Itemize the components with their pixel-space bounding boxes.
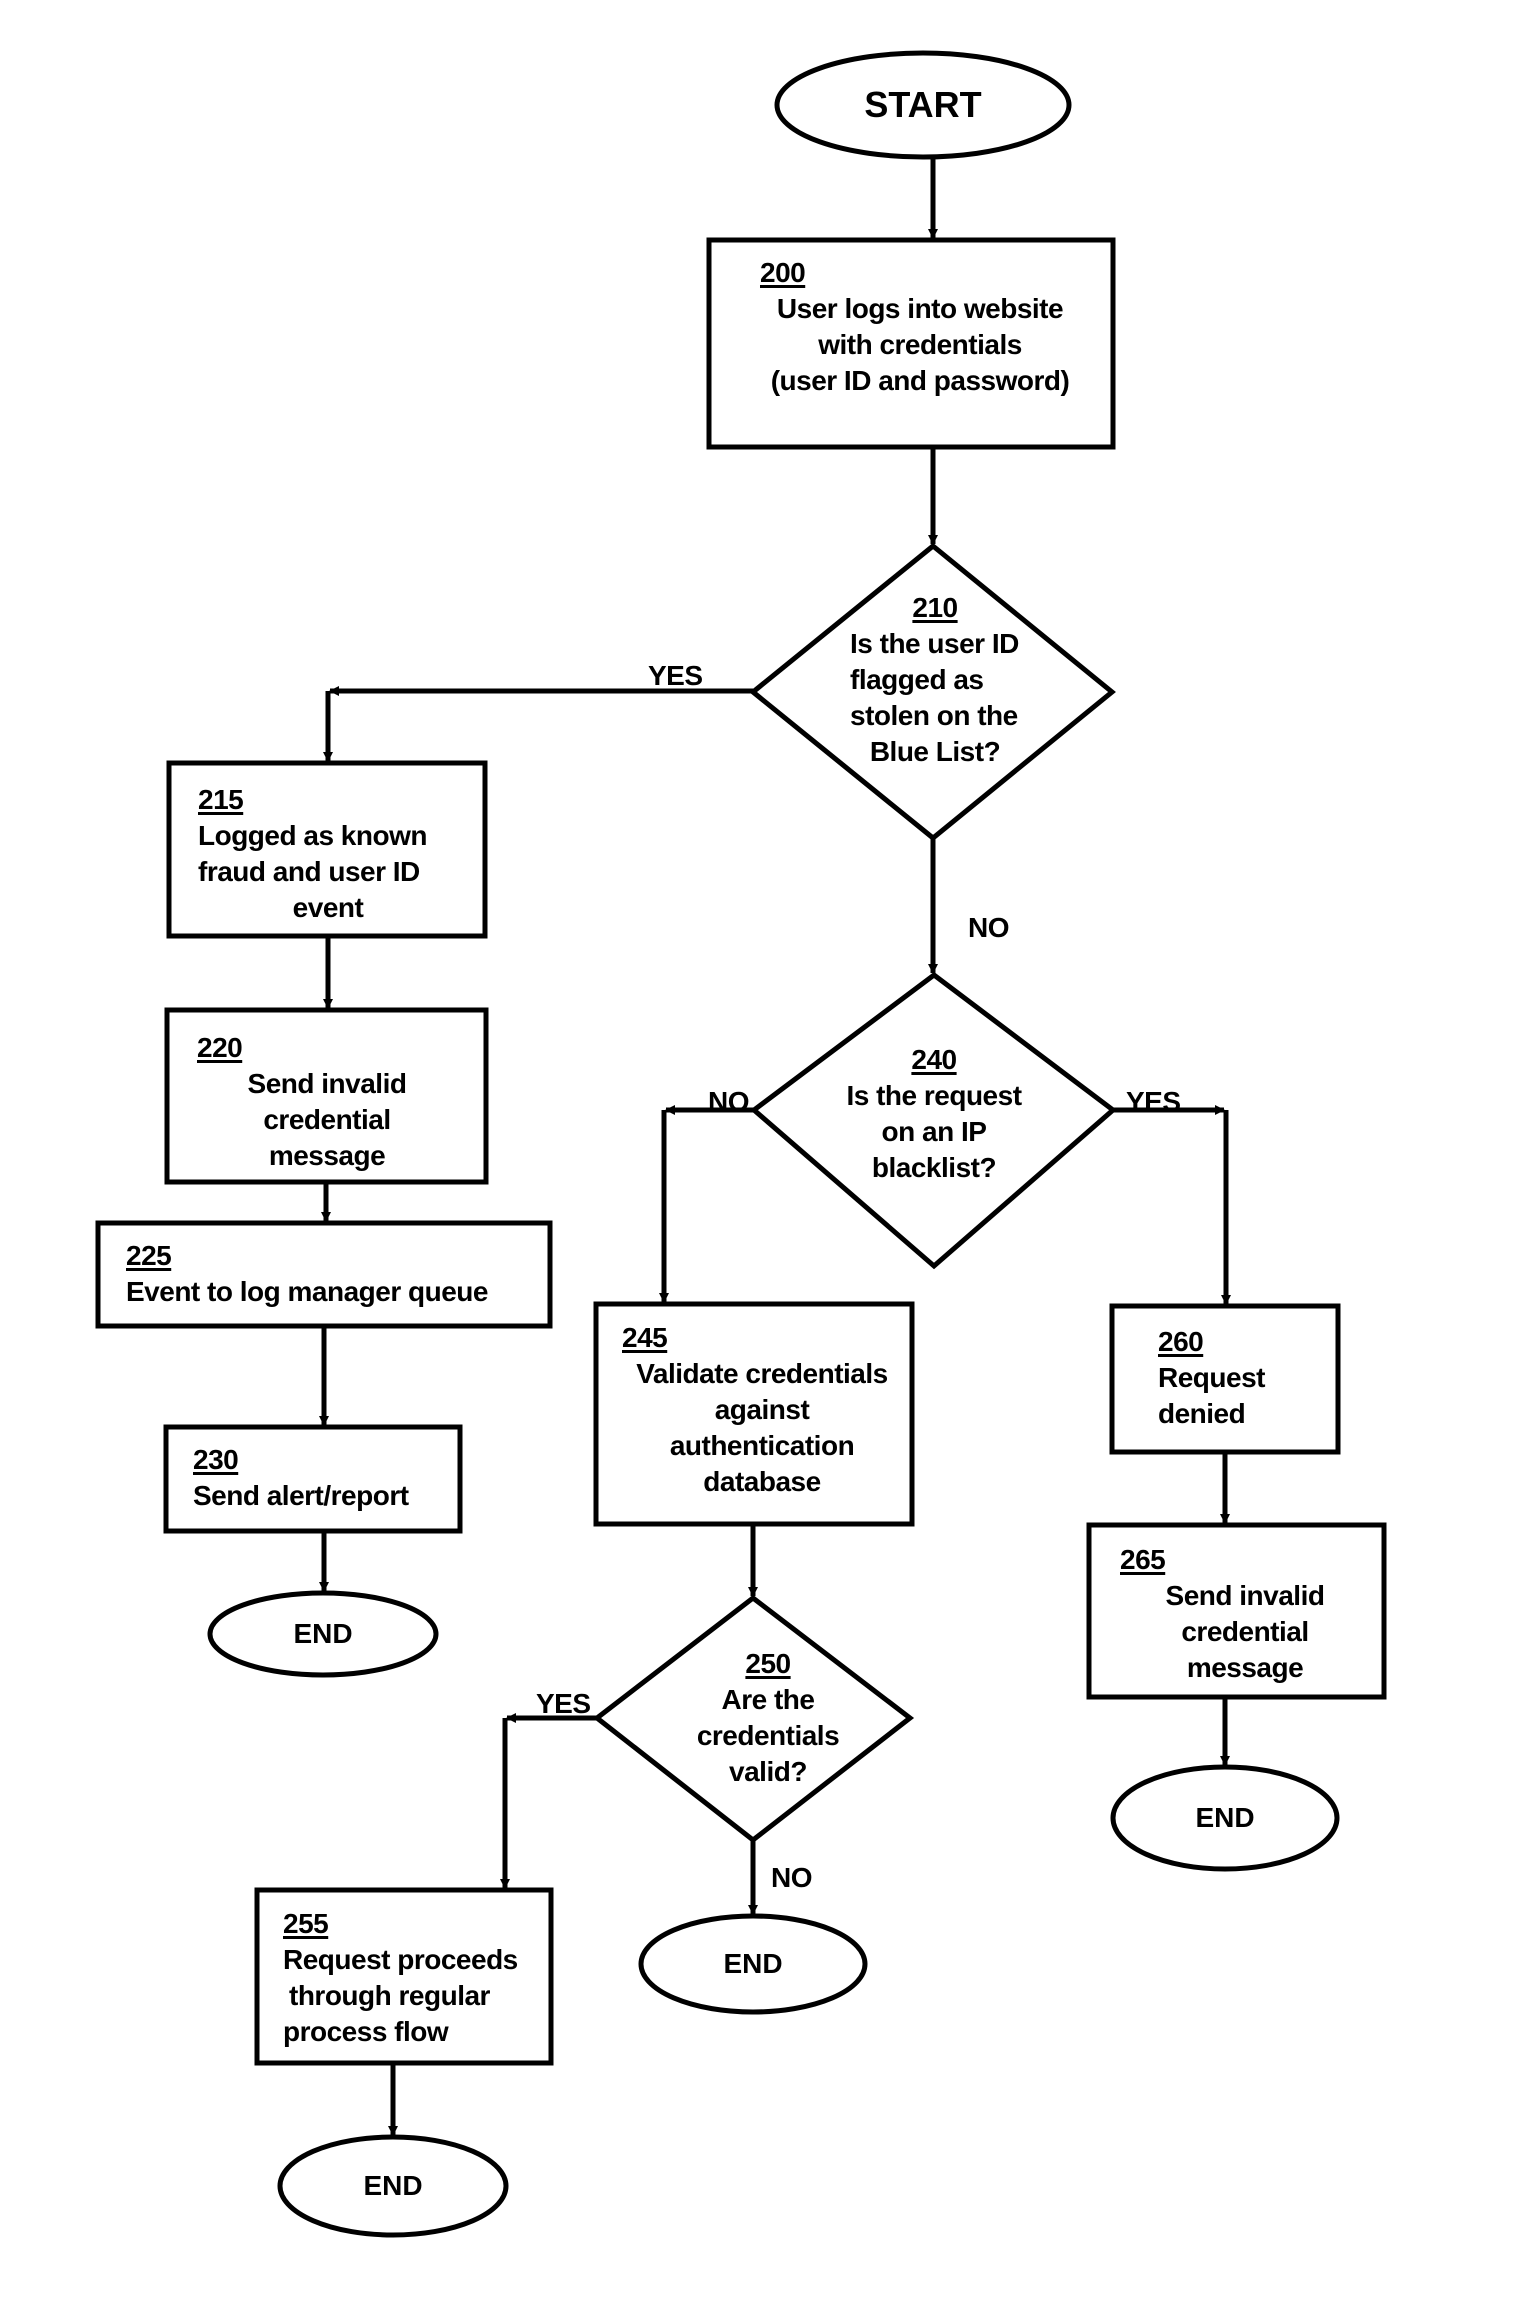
node-210-ref: 210: [912, 592, 958, 623]
node-230-line: Send alert/report: [193, 1480, 409, 1511]
node-215-text: 215 Logged as known fraud and user ID ev…: [198, 782, 458, 926]
node-245-text: 245 Validate credentials against authent…: [622, 1320, 902, 1500]
start-label: START: [864, 84, 982, 125]
node-215-line: event: [292, 892, 364, 923]
node-220-line: message: [268, 1140, 386, 1171]
node-215-ref: 215: [198, 784, 244, 815]
edge-label-250-no: NO: [771, 1862, 813, 1893]
edge-label-240-no: NO: [708, 1086, 750, 1117]
end-label-250: END: [723, 1948, 783, 1979]
node-255-line: Request proceeds: [283, 1944, 518, 1975]
node-225-text: 225 Event to log manager queue: [126, 1238, 546, 1310]
node-265-line: credential: [1181, 1616, 1309, 1647]
node-210-line: flagged as: [850, 664, 984, 695]
node-220-line: Send invalid: [247, 1068, 407, 1099]
node-260-ref: 260: [1158, 1326, 1204, 1357]
node-250-text: 250 Are the credentials valid?: [673, 1646, 863, 1790]
node-255-ref: 255: [283, 1908, 329, 1939]
node-200-text: 200 User logs into website with credenti…: [760, 255, 1080, 399]
node-230-text: 230 Send alert/report: [193, 1442, 453, 1514]
node-220-ref: 220: [197, 1032, 243, 1063]
end-label-230: END: [293, 1618, 353, 1649]
end-label-265: END: [1195, 1802, 1255, 1833]
node-200-line: (user ID and password): [770, 365, 1070, 396]
node-245-line: Validate credentials: [636, 1358, 888, 1389]
node-240-text: 240 Is the request on an IP blacklist?: [834, 1042, 1034, 1186]
end-label-255: END: [363, 2170, 423, 2201]
node-240-line: on an IP: [881, 1116, 987, 1147]
node-255-line: process flow: [283, 2016, 449, 2047]
edge-label-250-yes: YES: [536, 1688, 591, 1719]
edge-label-210-yes: YES: [648, 660, 703, 691]
node-200-ref: 200: [760, 257, 806, 288]
node-245-line: authentication: [669, 1430, 855, 1461]
node-260-line: Request: [1158, 1362, 1265, 1393]
node-240-line: Is the request: [846, 1080, 1022, 1111]
node-215-line: fraud and user ID: [198, 856, 420, 887]
node-200-line: User logs into website: [776, 293, 1064, 324]
node-225-ref: 225: [126, 1240, 172, 1271]
node-240-ref: 240: [911, 1044, 957, 1075]
edge-label-210-no: NO: [968, 912, 1010, 943]
node-265-text: 265 Send invalid credential message: [1120, 1542, 1370, 1686]
node-260-text: 260 Request denied: [1158, 1324, 1328, 1432]
node-250-line: Are the: [721, 1684, 815, 1715]
node-265-line: Send invalid: [1165, 1580, 1325, 1611]
node-260-line: denied: [1158, 1398, 1246, 1429]
node-225-line: Event to log manager queue: [126, 1276, 488, 1307]
node-255-line: through regular: [289, 1980, 490, 2011]
node-265-line: message: [1186, 1652, 1304, 1683]
node-220-text: 220 Send invalid credential message: [197, 1030, 457, 1174]
node-265-ref: 265: [1120, 1544, 1166, 1575]
node-210-line: Is the user ID: [850, 628, 1019, 659]
node-245-ref: 245: [622, 1322, 668, 1353]
node-255-text: 255 Request proceeds through regular pro…: [283, 1906, 543, 2050]
edge-label-240-yes: YES: [1126, 1086, 1181, 1117]
node-210-text: 210 Is the user ID flagged as stolen on …: [850, 590, 1020, 770]
node-210-line: Blue List?: [869, 736, 1001, 767]
node-245-line: database: [703, 1466, 821, 1497]
node-250-ref: 250: [745, 1648, 791, 1679]
node-220-line: credential: [263, 1104, 391, 1135]
node-250-line: valid?: [729, 1756, 807, 1787]
node-250-line: credentials: [696, 1720, 840, 1751]
node-210-line: stolen on the: [850, 700, 1018, 731]
node-245-line: against: [714, 1394, 810, 1425]
node-240-line: blacklist?: [871, 1152, 997, 1183]
node-230-ref: 230: [193, 1444, 239, 1475]
node-200-line: with credentials: [818, 329, 1022, 360]
node-215-line: Logged as known: [198, 820, 427, 851]
